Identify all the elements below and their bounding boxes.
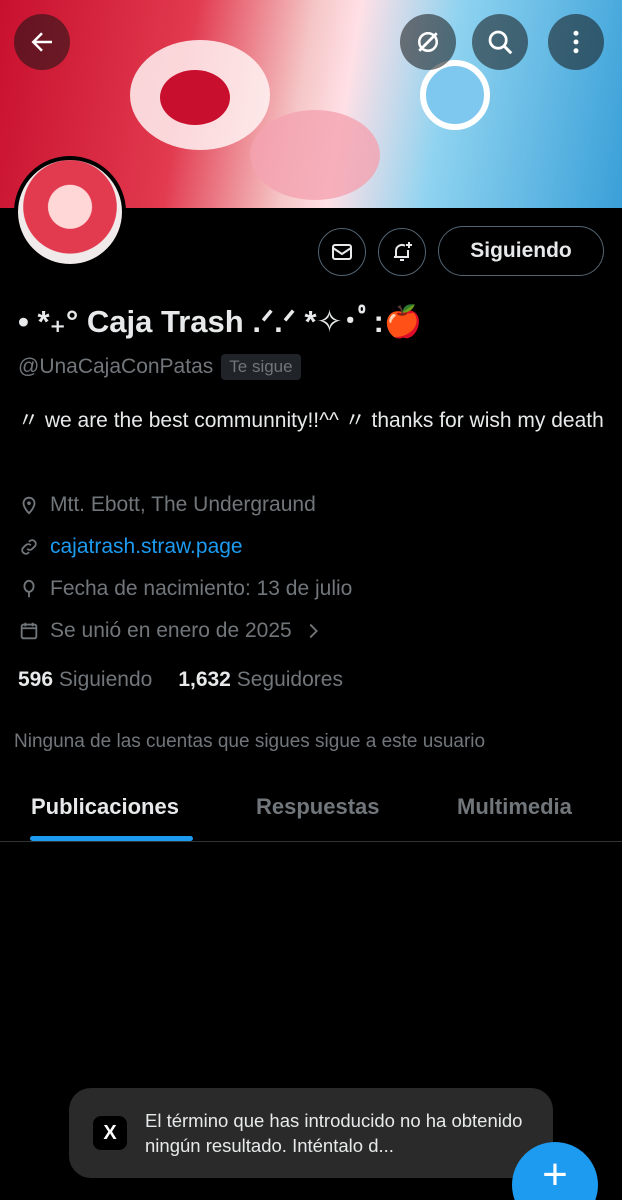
grok-icon: [418, 32, 438, 52]
birthday-row: Fecha de nacimiento: 13 de julio: [18, 577, 352, 601]
followers-stat[interactable]: 1,632 Seguidores: [178, 668, 343, 692]
more-vertical-icon: [573, 30, 579, 54]
chevron-right-icon: [309, 623, 318, 639]
tab-respuestas[interactable]: Respuestas: [256, 794, 380, 820]
tab-multimedia[interactable]: Multimedia: [457, 794, 572, 820]
website-row: cajatrash.straw.page: [18, 535, 243, 559]
active-tab-indicator: [30, 836, 193, 841]
follow-stats: 596 Siguiendo 1,632 Seguidores: [18, 668, 343, 692]
handle: @UnaCajaConPatas: [18, 355, 214, 378]
joined-text: Se unió en enero de 2025: [50, 619, 292, 642]
mutual-followers-note: Ninguna de las cuentas que sigues sigue …: [14, 731, 486, 752]
arrow-left-icon: [31, 32, 52, 52]
mail-icon: [332, 244, 352, 260]
website-link[interactable]: cajatrash.straw.page: [50, 535, 243, 559]
following-count: 596: [18, 668, 54, 691]
profile-tabs: Publicaciones Respuestas Multimedia: [0, 776, 622, 842]
birthday-text: Fecha de nacimiento: 13 de julio: [50, 577, 353, 600]
following-label: Siguiendo: [58, 668, 153, 691]
following-button[interactable]: Siguiendo: [438, 226, 604, 276]
more-button[interactable]: [548, 14, 604, 70]
link-icon: [21, 539, 37, 555]
x-logo-icon: X: [93, 1116, 127, 1150]
bio: 〃 we are the best communnity!!^^ 〃 thank…: [18, 409, 604, 432]
bell-plus-icon: [394, 242, 412, 261]
display-name: • *₊° Caja Trash .ᐟ.ᐟ *✧･ﾟ:🍎: [18, 304, 423, 339]
search-icon: [488, 30, 513, 55]
toast-notification: X El término que has introducido no ha o…: [69, 1088, 553, 1178]
location-pin-icon: [22, 496, 36, 515]
following-stat[interactable]: 596 Siguiendo: [18, 668, 152, 692]
followers-count: 1,632: [178, 668, 231, 691]
location-text: Mtt. Ebott, The Undergraund: [50, 493, 316, 516]
balloon-icon: [23, 579, 35, 598]
back-button[interactable]: [14, 14, 70, 70]
tab-publicaciones[interactable]: Publicaciones: [31, 794, 179, 820]
location-row: Mtt. Ebott, The Undergraund: [18, 493, 316, 517]
calendar-icon: [20, 622, 38, 640]
grok-button[interactable]: [400, 14, 456, 70]
follows-you-badge: Te sigue: [221, 354, 301, 380]
notifications-button[interactable]: [378, 228, 426, 276]
joined-row[interactable]: Se unió en enero de 2025: [18, 619, 324, 643]
toast-message: El término que has introducido no ha obt…: [145, 1110, 523, 1156]
message-button[interactable]: [318, 228, 366, 276]
followers-label: Seguidores: [236, 668, 343, 691]
avatar[interactable]: [14, 156, 126, 268]
search-button[interactable]: [472, 14, 528, 70]
handle-row: @UnaCajaConPatas Te sigue: [18, 354, 301, 380]
